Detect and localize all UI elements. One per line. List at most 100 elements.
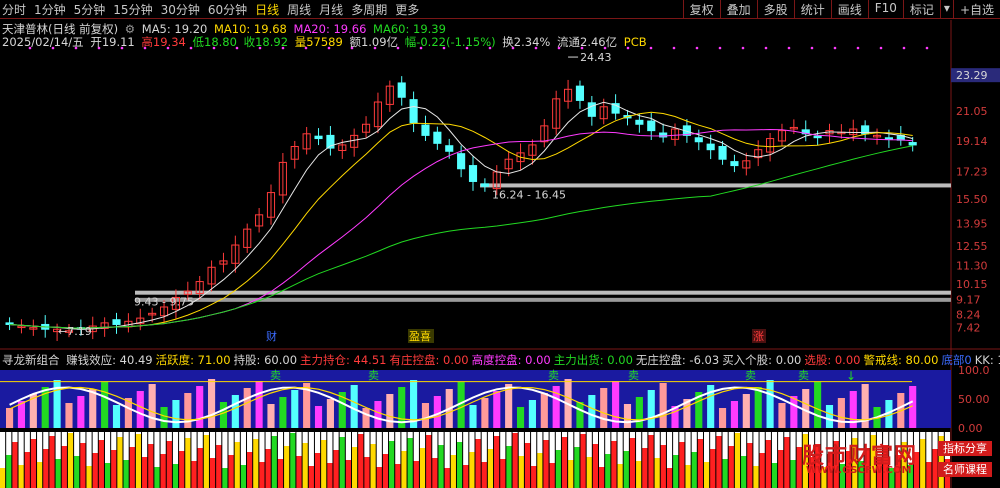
indicator-name[interactable]: 寻龙新组合 [2,353,60,367]
strength-bar [259,462,265,488]
strength-bar [654,458,660,488]
period-tab[interactable]: 30分钟 [161,1,200,18]
strength-bar-top [487,432,494,449]
indicator-field: 高度控盘: 0.00 [471,353,551,367]
period-tab[interactable]: 1分钟 [34,1,66,18]
indicator-bar [528,400,536,428]
watermark: 股市财富网 WWW.GSCFW.COM 指标分享 名师课程 [802,438,992,482]
signal-dot [764,46,768,50]
tool-button[interactable]: 画线 [830,0,868,19]
strength-bar-top [172,432,179,464]
strength-bar [722,459,728,488]
indicator-bar [231,395,239,428]
strength-bar-top [753,432,759,466]
strength-bar-top [549,432,555,463]
strength-bar-top [938,432,944,436]
tool-button[interactable]: +自选 [952,0,1000,19]
y-tick-label: 12.55 [956,240,988,253]
strength-bar-top [623,432,629,451]
indicator-bar [825,405,834,428]
sell-signal: 卖 [270,369,281,382]
candle-body [112,319,121,325]
indicator-bar [600,388,608,428]
strength-bar [154,467,160,488]
strength-bar-top [222,432,228,468]
strength-bar-top [49,432,55,436]
indicator-bar [505,384,513,428]
indicator-bar [314,406,323,428]
strength-bar-top [216,432,222,445]
strength-bar [697,439,703,488]
candle-body [409,99,418,124]
signal-dot [856,46,860,50]
tool-button[interactable]: 多股 [756,0,794,19]
candle-body [694,137,703,143]
strength-bar-top [395,432,401,464]
strength-bar-top [333,432,339,450]
high-label: 高19.34 [141,35,186,49]
strength-bar-top [426,432,432,435]
tool-button[interactable]: F10 [867,0,903,19]
tool-caret-icon[interactable]: ▾ [939,0,953,19]
strength-bar-top [518,432,524,456]
y-tick-label: 19.14 [956,135,988,148]
candle-body [397,82,406,98]
badge-indicator-share[interactable]: 指标分享 [938,441,992,456]
badge-teacher-course[interactable]: 名师课程 [938,462,992,477]
strength-bar-top [611,432,617,441]
period-tab[interactable]: 月线 [319,1,343,18]
strength-bar-top [778,432,784,450]
strength-bar [432,458,438,488]
period-tab[interactable]: 15分钟 [113,1,152,18]
indicator-bar [291,390,299,428]
strength-bar-top [697,432,703,439]
tool-button[interactable]: 统计 [793,0,831,19]
strength-bar [710,449,716,488]
tool-button[interactable]: 复权 [682,0,720,19]
tool-button[interactable]: 标记 [902,0,940,19]
strength-bar [339,437,345,488]
strength-bar-top [512,432,518,433]
strength-bar [555,450,561,488]
period-tab[interactable]: 5分钟 [74,1,106,18]
strength-bar [166,441,172,488]
strength-bar [327,463,333,488]
period-tab[interactable]: 更多 [395,1,419,18]
main-kline-chart[interactable]: 21.05 19.14 17.23 15.50 13.95 12.55 11.30 10.15… [0,20,1000,350]
strength-bar-top [574,432,580,447]
strength-bar-top [314,432,321,453]
period-tab[interactable]: 日线 [255,1,279,18]
strength-bar [790,460,796,488]
kline-svg[interactable]: 21.05 19.14 17.23 15.50 13.95 12.55 11.30 10.15… [0,20,1000,350]
period-tab[interactable]: 分时 [2,1,26,18]
indicator-bar [279,397,287,428]
strength-bar-top [592,432,599,444]
period-tab[interactable]: 60分钟 [208,1,247,18]
turnover-label: 换2.34% [502,35,551,49]
strength-bar-top [290,432,296,433]
tool-button[interactable]: 叠加 [719,0,757,19]
indicator-chart[interactable]: 100.0 50.00 0.00 卖卖卖卖卖卖 ↓ 寻龙新组合 赚钱效应: 40.49 活… [0,350,1000,488]
strength-bar [753,466,759,488]
indicator-bar [386,394,394,428]
strength-bar [438,445,444,488]
period-tabs: 分时 1分钟 5分钟 15分钟 30分钟 60分钟 日线 周线 月线 多周期 更多 [2,1,419,18]
period-tab[interactable]: 周线 [287,1,311,18]
strength-bar-top [469,432,475,452]
support-band [135,290,951,295]
strength-bar [419,448,426,488]
indicator-bar [730,401,738,428]
indicator-bar [421,403,430,428]
strength-bar [0,468,6,488]
strength-bar-top [61,432,67,446]
indicator-field: 活跃度: 71.00 [155,353,231,367]
strength-bar-top [586,432,592,457]
strength-bar-top [450,432,456,455]
indicator-bar [754,387,762,428]
strength-bar [623,451,629,488]
indicator-bar [837,398,845,428]
period-tab[interactable]: 多周期 [351,1,387,18]
indicator-bar [208,379,216,428]
strength-bar [302,443,308,488]
strength-bar-top [166,432,172,441]
